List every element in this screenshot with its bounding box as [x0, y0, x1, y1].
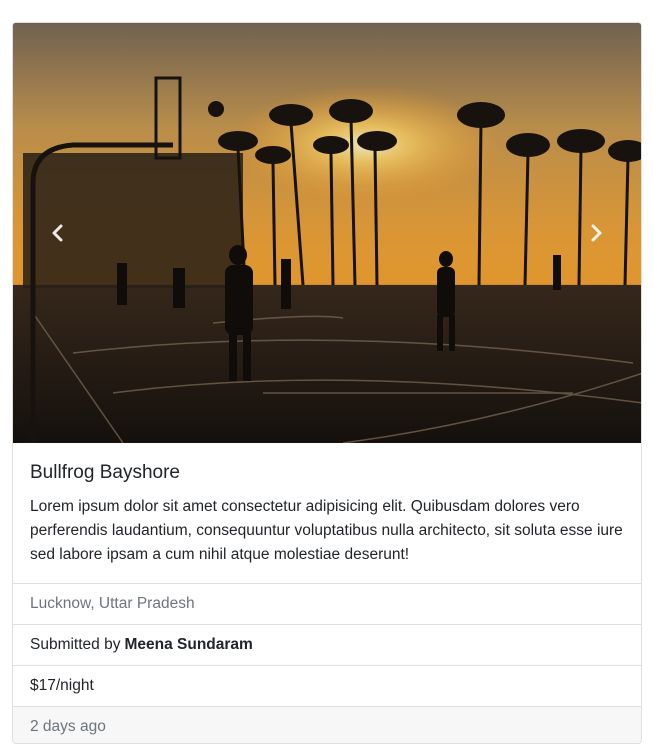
location-text: Lucknow, Uttar Pradesh	[30, 595, 195, 612]
author-name: Meena Sundaram	[124, 636, 253, 653]
campground-title: Bullfrog Bayshore	[30, 462, 180, 483]
chevron-left-icon	[52, 224, 63, 242]
price-item: $17/night	[13, 666, 641, 707]
card-body: Bullfrog Bayshore Lorem ipsum dolor sit …	[13, 443, 641, 584]
campground-description: Lorem ipsum dolor sit amet consectetur a…	[30, 498, 623, 563]
carousel-next-button[interactable]	[551, 23, 641, 443]
price-text: $17/night	[30, 677, 94, 694]
campground-photo	[13, 23, 641, 443]
location-item: Lucknow, Uttar Pradesh	[13, 584, 641, 625]
image-carousel	[13, 23, 641, 443]
carousel-prev-button[interactable]	[13, 23, 103, 443]
chevron-right-icon	[591, 224, 602, 242]
submitted-by-item: Submitted by Meena Sundaram	[13, 625, 641, 666]
card-footer: 2 days ago	[13, 707, 641, 743]
posted-time: 2 days ago	[30, 718, 106, 735]
campground-card: Bullfrog Bayshore Lorem ipsum dolor sit …	[12, 22, 642, 744]
submitted-by-label: Submitted by	[30, 636, 121, 653]
